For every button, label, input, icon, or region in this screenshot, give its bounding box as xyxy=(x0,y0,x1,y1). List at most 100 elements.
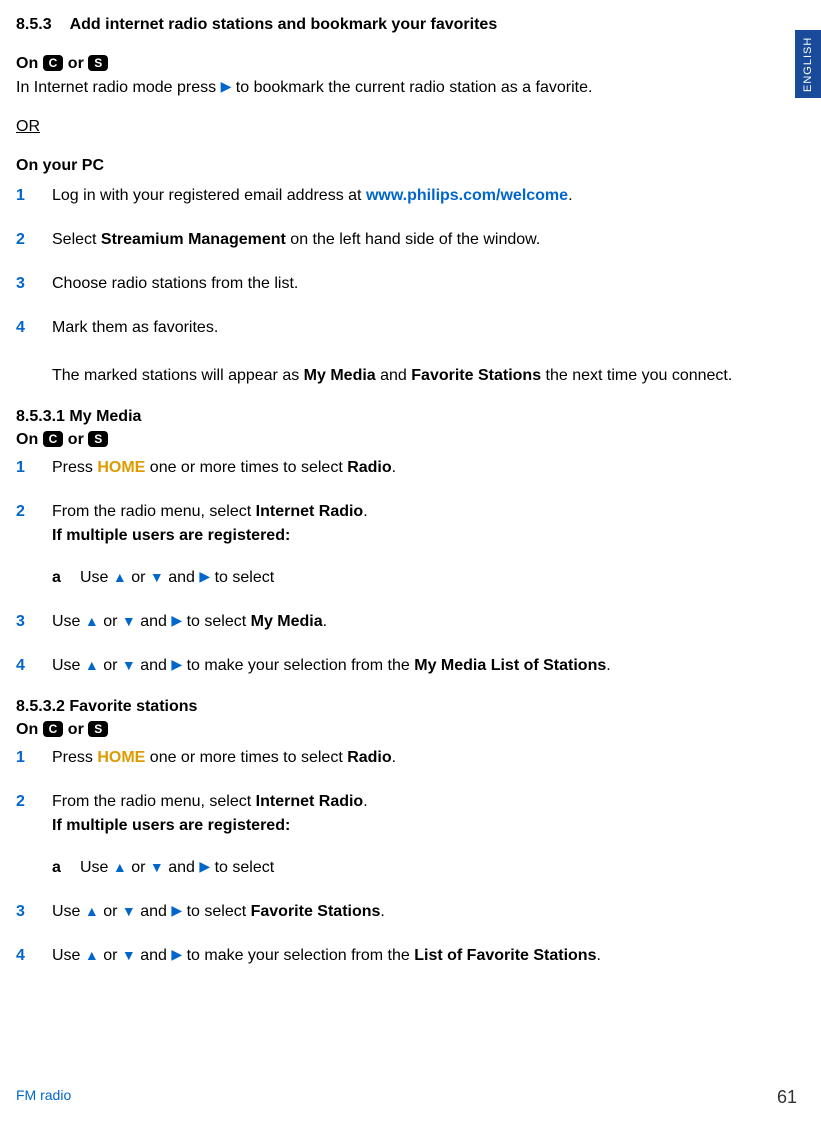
text: one or more times to select xyxy=(145,749,347,766)
subsection-number: 8.5.3.1 xyxy=(16,408,65,425)
section-number: 8.5.3 xyxy=(16,16,52,33)
text-bold: If multiple users are registered: xyxy=(52,527,290,544)
text: to select xyxy=(210,569,274,586)
play-icon: ▶ xyxy=(199,856,210,877)
sub-step: a Use ▲ or ▼ and ▶ to select xyxy=(52,566,797,590)
step-number: 1 xyxy=(16,184,52,208)
text-bold: My Media List of Stations xyxy=(414,657,606,674)
text: and xyxy=(136,903,172,920)
s1-steps: 1 Press HOME one or more times to select… xyxy=(16,456,797,678)
step-number: 4 xyxy=(16,316,52,388)
down-icon: ▼ xyxy=(122,901,136,922)
text: Use xyxy=(80,569,113,586)
text: Use xyxy=(80,859,113,876)
chip-s: S xyxy=(88,55,108,71)
text: or xyxy=(99,613,122,630)
list-item: 1 Log in with your registered email addr… xyxy=(16,184,797,208)
text-bold: Internet Radio xyxy=(256,793,364,810)
down-icon: ▼ xyxy=(122,655,136,676)
text: or xyxy=(99,657,122,674)
text: one or more times to select xyxy=(145,459,347,476)
intro-text-b: to bookmark the current radio station as… xyxy=(236,79,593,96)
text: . xyxy=(363,793,367,810)
text-bold: My Media xyxy=(251,613,323,630)
intro-text-a: In Internet radio mode press xyxy=(16,79,216,96)
text: or xyxy=(99,947,122,964)
subsection-heading: 8.5.3.1 My Media xyxy=(16,408,797,426)
play-icon: ▶ xyxy=(171,610,182,631)
text-bold: Favorite Stations xyxy=(251,903,381,920)
play-icon: ▶ xyxy=(171,900,182,921)
home-button-label: HOME xyxy=(97,749,145,766)
text: or xyxy=(99,903,122,920)
up-icon: ▲ xyxy=(85,901,99,922)
list-item: 4 Use ▲ or ▼ and ▶ to make your selectio… xyxy=(16,944,797,968)
text-bold: Favorite Stations xyxy=(411,367,541,384)
text-bold: Streamium Management xyxy=(101,231,286,248)
on-line-1: On C or S In Internet radio mode press ▶… xyxy=(16,52,797,100)
text-bold: My Media xyxy=(304,367,376,384)
text: to select xyxy=(210,859,274,876)
text: and xyxy=(164,569,200,586)
step-number: 3 xyxy=(16,900,52,924)
down-icon: ▼ xyxy=(150,567,164,588)
label-or: or xyxy=(68,721,84,738)
page-content: 8.5.3 Add internet radio stations and boo… xyxy=(0,0,821,968)
on-pc-heading: On your PC xyxy=(16,154,797,178)
list-item: 3 Choose radio stations from the list. xyxy=(16,272,797,296)
sub-letter: a xyxy=(52,856,80,880)
text: . xyxy=(568,187,572,204)
up-icon: ▲ xyxy=(85,945,99,966)
step-number: 1 xyxy=(16,456,52,480)
subsection-number: 8.5.3.2 xyxy=(16,698,65,715)
label-on: On xyxy=(16,55,38,72)
step-number: 2 xyxy=(16,500,52,590)
play-icon: ▶ xyxy=(221,76,232,97)
text-bold: If multiple users are registered: xyxy=(52,817,290,834)
list-item: 2 Select Streamium Management on the lef… xyxy=(16,228,797,252)
step-number: 3 xyxy=(16,272,52,296)
play-icon: ▶ xyxy=(171,654,182,675)
text: From the radio menu, select xyxy=(52,503,256,520)
text-bold: Radio xyxy=(347,459,391,476)
sub-step: a Use ▲ or ▼ and ▶ to select xyxy=(52,856,797,880)
text: Use xyxy=(52,613,85,630)
page-number: 61 xyxy=(777,1087,797,1108)
text: Press xyxy=(52,459,97,476)
up-icon: ▲ xyxy=(85,655,99,676)
text: and xyxy=(136,947,172,964)
subsection-title: My Media xyxy=(69,408,141,425)
step-number: 3 xyxy=(16,610,52,634)
text: or xyxy=(127,859,150,876)
text: and xyxy=(376,367,412,384)
home-button-label: HOME xyxy=(97,459,145,476)
chip-c: C xyxy=(43,721,64,737)
pc-steps: 1 Log in with your registered email addr… xyxy=(16,184,797,388)
text: . xyxy=(363,503,367,520)
text: and xyxy=(136,657,172,674)
text: . xyxy=(392,749,396,766)
or-separator: OR xyxy=(16,118,40,136)
list-item: 1 Press HOME one or more times to select… xyxy=(16,456,797,480)
step-number: 2 xyxy=(16,790,52,880)
down-icon: ▼ xyxy=(122,611,136,632)
play-icon: ▶ xyxy=(199,566,210,587)
welcome-link[interactable]: www.philips.com/welcome xyxy=(366,187,568,204)
sub-letter: a xyxy=(52,566,80,590)
text: the next time you connect. xyxy=(541,367,732,384)
list-item: 2 From the radio menu, select Internet R… xyxy=(16,500,797,590)
text: Select xyxy=(52,231,101,248)
up-icon: ▲ xyxy=(85,611,99,632)
section-title: Add internet radio stations and bookmark… xyxy=(70,16,498,33)
text-bold: List of Favorite Stations xyxy=(414,947,596,964)
list-item: 2 From the radio menu, select Internet R… xyxy=(16,790,797,880)
text: and xyxy=(164,859,200,876)
subsection-title: Favorite stations xyxy=(69,698,197,715)
text: . xyxy=(323,613,327,630)
chip-c: C xyxy=(43,431,64,447)
section-heading: 8.5.3 Add internet radio stations and boo… xyxy=(16,16,797,34)
chip-s: S xyxy=(88,431,108,447)
step-number: 2 xyxy=(16,228,52,252)
list-item: 3 Use ▲ or ▼ and ▶ to select Favorite St… xyxy=(16,900,797,924)
list-item: 4 Mark them as favorites. The marked sta… xyxy=(16,316,797,388)
